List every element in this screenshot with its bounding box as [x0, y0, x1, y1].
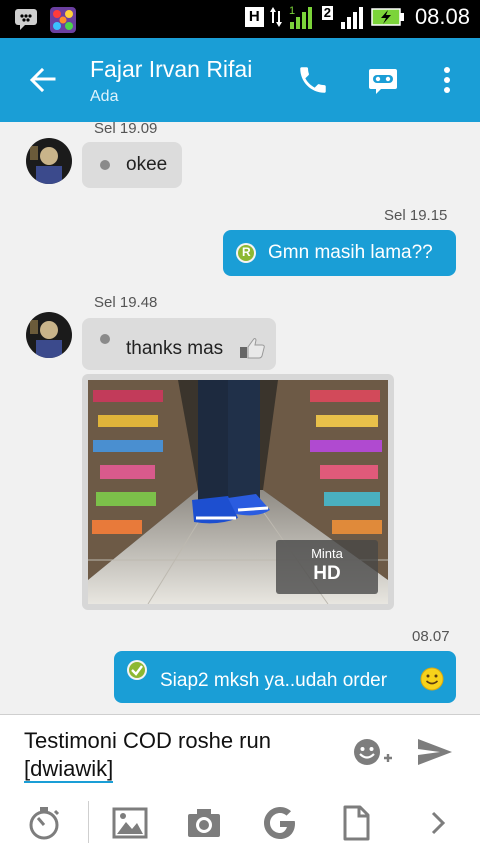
- contact-avatar[interactable]: [26, 138, 72, 184]
- emoticon-picker-icon[interactable]: [352, 737, 394, 769]
- message-text: okee: [126, 154, 168, 175]
- delivered-check-icon: [127, 660, 147, 680]
- send-icon[interactable]: [416, 737, 454, 767]
- smile-emoticon-icon: [420, 667, 444, 691]
- sim2-label: 2: [321, 5, 333, 20]
- message-list[interactable]: Sel 19.09 okee Sel 19.15 R Gmn masih lam…: [0, 122, 480, 714]
- status-bar: H 1 2 08.08: [0, 0, 480, 38]
- toolbar-separator: [88, 801, 89, 843]
- message-text: Gmn masih lama??: [268, 242, 433, 263]
- data-transfer-icon: [269, 7, 282, 27]
- chevron-right-icon[interactable]: [420, 805, 456, 841]
- contact-name[interactable]: Fajar Irvan Rifai: [90, 56, 252, 83]
- svg-text:1: 1: [289, 5, 295, 17]
- message-input[interactable]: Testimoni COD roshe run [dwiawik]: [24, 727, 334, 783]
- thumbs-up-emoticon-icon: [240, 338, 265, 359]
- chat-header: Fajar Irvan Rifai Ada: [0, 38, 480, 122]
- attachment-toolbar: [0, 801, 480, 851]
- google-drive-g-icon[interactable]: [262, 805, 298, 841]
- bbm-notification-icon: [15, 9, 37, 30]
- phone-call-icon[interactable]: [296, 63, 330, 97]
- network-type-badge: H: [244, 7, 264, 27]
- message-timestamp: 08.07: [412, 628, 450, 645]
- outgoing-message[interactable]: R Gmn masih lama??: [223, 230, 456, 276]
- outgoing-message[interactable]: Siap2 mksh ya..udah order: [114, 651, 456, 703]
- message-text: thanks mas: [126, 338, 224, 359]
- camera-icon[interactable]: [186, 805, 222, 841]
- read-indicator-dot: [100, 334, 110, 344]
- voice-video-chat-icon[interactable]: [366, 63, 400, 97]
- candy-app-notification-icon: [50, 7, 76, 33]
- battery-charging-icon: [371, 8, 404, 26]
- contact-status: Ada: [90, 88, 119, 105]
- hd-label: HD: [313, 563, 341, 584]
- incoming-message[interactable]: okee: [82, 142, 182, 188]
- message-input-text: Testimoni COD roshe run: [24, 728, 271, 753]
- timer-icon[interactable]: [26, 805, 62, 841]
- signal-sim2-icon: [340, 7, 363, 29]
- back-arrow-icon[interactable]: [26, 64, 58, 96]
- clock: 08.08: [414, 4, 470, 29]
- mention-tag[interactable]: [dwiawik]: [24, 756, 114, 783]
- signal-sim1-icon: 1: [287, 4, 312, 29]
- message-timestamp: Sel 19.09: [94, 122, 158, 137]
- message-text: Siap2 mksh ya..udah order: [160, 670, 388, 691]
- message-composer: Testimoni COD roshe run [dwiawik]: [0, 715, 480, 854]
- gallery-icon[interactable]: [112, 805, 148, 841]
- request-hd-button[interactable]: Minta HD: [276, 540, 378, 594]
- contact-avatar[interactable]: [26, 312, 72, 358]
- read-receipt-letter: R: [242, 245, 251, 259]
- more-options-icon[interactable]: [430, 63, 464, 97]
- incoming-message[interactable]: thanks mas: [82, 318, 276, 370]
- file-attachment-icon[interactable]: [338, 805, 374, 841]
- request-hd-label: Minta: [311, 546, 343, 561]
- message-timestamp: Sel 19.15: [384, 207, 448, 224]
- message-timestamp: Sel 19.48: [94, 294, 158, 311]
- read-indicator-dot: [100, 160, 110, 170]
